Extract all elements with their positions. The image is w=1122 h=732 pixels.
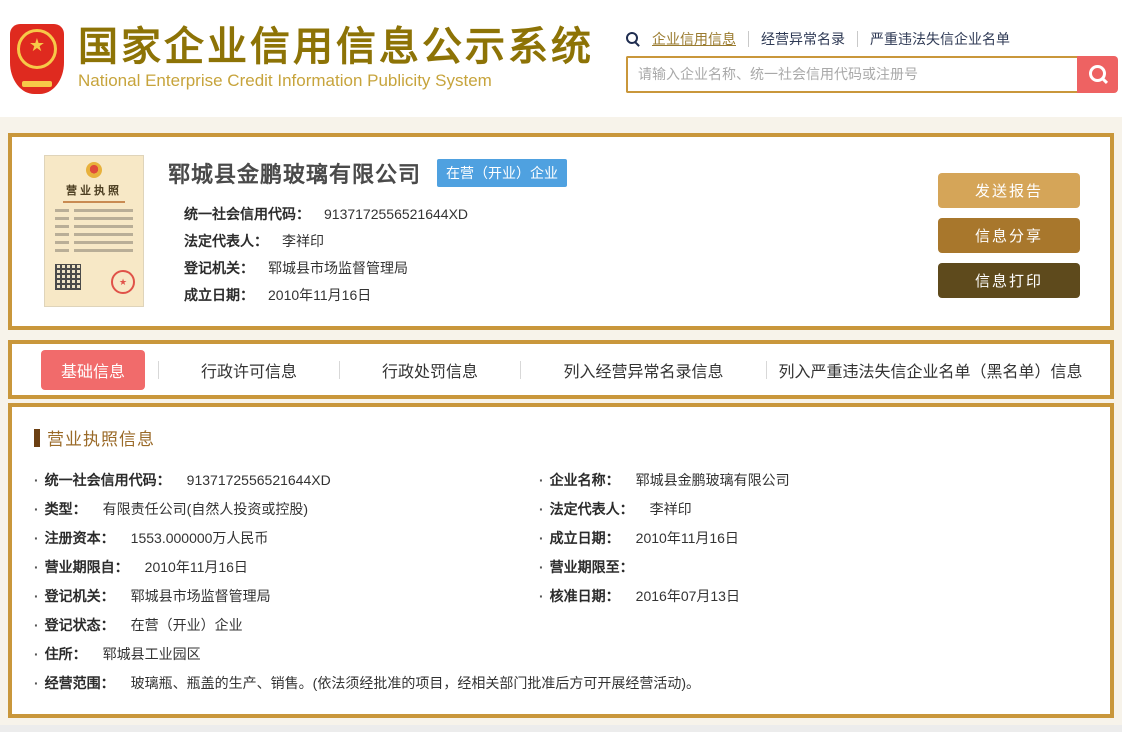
company-info: 郓城县金鹏玻璃有限公司 在营（开业）企业 统一社会信用代码： 9137172556… [168,155,938,312]
search-button-icon [1088,65,1107,83]
license-info-full-rows: 住所：郓城县工业园区 经营范围：玻璃瓶、瓶盖的生产、销售。(依法须经批准的项目，… [34,640,1088,698]
license-red-seal: ★ [111,270,135,294]
license-emblem-icon [86,162,102,178]
site-titles: 国家企业信用信息公示系统 National Enterprise Credit … [78,26,594,91]
bottom-strip [0,725,1122,732]
license-info-columns: 统一社会信用代码：9137172556521644XD 类型：有限责任公司(自然… [34,466,1088,640]
tab-blacklist[interactable]: 列入严重违法失信企业名单（黑名单）信息 [767,350,1094,390]
send-report-button[interactable]: 发送报告 [938,173,1080,208]
row-approval-date: 核准日期：2016年07月13日 [539,582,1088,611]
row-registration-authority: 登记机关：郓城县市场监督管理局 [34,582,539,611]
field-value: 9137172556521644XD [324,206,469,222]
search-button[interactable] [1077,55,1118,93]
field-row-establish-date: 成立日期： 2010年11月16日 [184,282,938,309]
row-establish-date: 成立日期：2010年11月16日 [539,524,1088,553]
nav-link-enterprise-credit[interactable]: 企业信用信息 [652,29,736,49]
license-thumb-title: 营业执照 [66,185,122,197]
emblem-star-icon: ★ [28,34,46,55]
search-input[interactable] [626,55,1077,93]
company-summary-card: 营业执照 ★ 郓城县金鹏玻璃有限公司 在营（开业）企业 统一社会信用代码： 913… [8,133,1114,330]
license-info-left-column: 统一社会信用代码：9137172556521644XD 类型：有限责任公司(自然… [34,466,539,640]
field-value: 郓城县市场监督管理局 [268,260,408,276]
field-label: 登记机关： [184,260,254,276]
company-name: 郓城县金鹏玻璃有限公司 [168,162,422,187]
field-label: 统一社会信用代码： [184,206,310,222]
row-credit-code: 统一社会信用代码：9137172556521644XD [34,466,539,495]
license-rule [63,201,125,203]
section-title-bar [34,428,40,447]
action-buttons: 发送报告 信息分享 信息打印 [938,173,1080,312]
row-address: 住所：郓城县工业园区 [34,640,1088,669]
row-business-term-to: 营业期限至： [539,553,1088,582]
field-row-registration-authority: 登记机关： 郓城县市场监督管理局 [184,255,938,282]
top-nav: 企业信用信息 经营异常名录 严重违法失信企业名单 [626,29,1118,49]
row-business-term-from: 营业期限自：2010年11月16日 [34,553,539,582]
nav-divider [857,30,858,47]
page-body: 营业执照 ★ 郓城县金鹏玻璃有限公司 在营（开业）企业 统一社会信用代码： 913… [0,117,1122,725]
status-badge: 在营（开业）企业 [437,159,568,187]
tab-abnormal-operations-list[interactable]: 列入经营异常名录信息 [521,350,766,390]
tab-administrative-license[interactable]: 行政许可信息 [159,350,339,390]
nav-divider [748,30,749,47]
brand: ★ 国家企业信用信息公示系统 National Enterprise Credi… [10,23,594,94]
header-right: 企业信用信息 经营异常名录 严重违法失信企业名单 [626,25,1118,93]
share-info-button[interactable]: 信息分享 [938,218,1080,253]
row-company-name: 企业名称：郓城县金鹏玻璃有限公司 [539,466,1088,495]
field-label: 法定代表人： [184,233,268,249]
site-title-chinese: 国家企业信用信息公示系统 [78,25,594,69]
field-value: 李祥印 [282,233,324,249]
row-registered-capital: 注册资本：1553.000000万人民币 [34,524,539,553]
tab-basic-info[interactable]: 基础信息 [28,349,158,390]
site-header: ★ 国家企业信用信息公示系统 National Enterprise Credi… [0,0,1122,117]
license-info-right-column: 企业名称：郓城县金鹏玻璃有限公司 法定代表人：李祥印 成立日期：2010年11月… [539,466,1088,640]
license-info-card: 营业执照信息 统一社会信用代码：9137172556521644XD 类型：有限… [8,403,1114,718]
business-license-image[interactable]: 营业执照 ★ [44,155,144,307]
search-icon [626,31,640,46]
row-registration-status: 登记状态：在营（开业）企业 [34,611,539,640]
site-title-english: National Enterprise Credit Information P… [78,71,492,90]
row-legal-rep: 法定代表人：李祥印 [539,495,1088,524]
search-bar [626,55,1118,93]
print-info-button[interactable]: 信息打印 [938,263,1080,298]
nav-link-serious-violations[interactable]: 严重违法失信企业名单 [870,29,1010,49]
field-row-credit-code: 统一社会信用代码： 9137172556521644XD [184,201,938,228]
section-title-text: 营业执照信息 [47,430,155,449]
field-row-legal-rep: 法定代表人： 李祥印 [184,228,938,255]
summary-fields: 统一社会信用代码： 9137172556521644XD 法定代表人： 李祥印 登记… [184,201,938,309]
emblem-base [22,80,52,87]
row-company-type: 类型：有限责任公司(自然人投资或控股) [34,495,539,524]
license-qr-code [55,264,81,290]
field-value: 2010年11月16日 [268,287,372,303]
company-name-row: 郓城县金鹏玻璃有限公司 在营（开业）企业 [168,157,938,189]
tab-administrative-penalty[interactable]: 行政处罚信息 [340,350,520,390]
tabs-bar: 基础信息 行政许可信息 行政处罚信息 列入经营异常名录信息 列入严重违法失信企业… [8,340,1114,399]
field-label: 成立日期： [184,287,254,303]
section-title: 营业执照信息 [34,425,1088,450]
national-emblem-logo: ★ [10,23,64,94]
row-business-scope: 经营范围：玻璃瓶、瓶盖的生产、销售。(依法须经批准的项目，经相关部门批准后方可开… [34,669,1088,698]
nav-link-abnormal-operations[interactable]: 经营异常名录 [761,29,845,49]
